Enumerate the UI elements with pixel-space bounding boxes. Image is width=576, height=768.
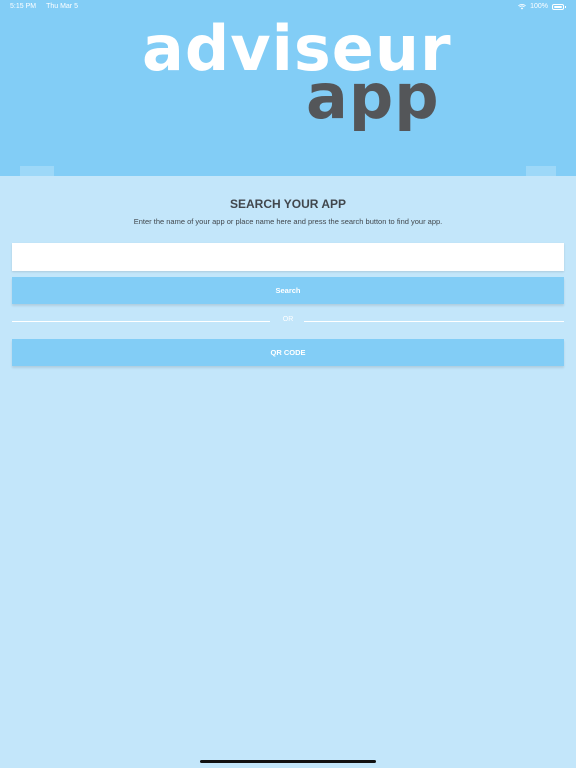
search-button-label: Search	[275, 286, 301, 295]
header-step-right	[526, 166, 556, 176]
search-description: Enter the name of your app or place name…	[133, 217, 443, 226]
app-logo: adviseur app	[0, 0, 576, 166]
search-input[interactable]	[12, 243, 564, 271]
search-title: SEARCH YOUR APP	[229, 197, 347, 211]
logo-text-app: app	[306, 60, 440, 133]
divider-right	[304, 321, 564, 322]
search-button[interactable]: Search	[12, 277, 564, 304]
qr-code-button[interactable]: QR CODE	[12, 339, 564, 366]
qr-code-button-label: QR CODE	[270, 348, 306, 357]
header-step-left	[20, 166, 54, 176]
home-indicator[interactable]	[200, 760, 376, 763]
